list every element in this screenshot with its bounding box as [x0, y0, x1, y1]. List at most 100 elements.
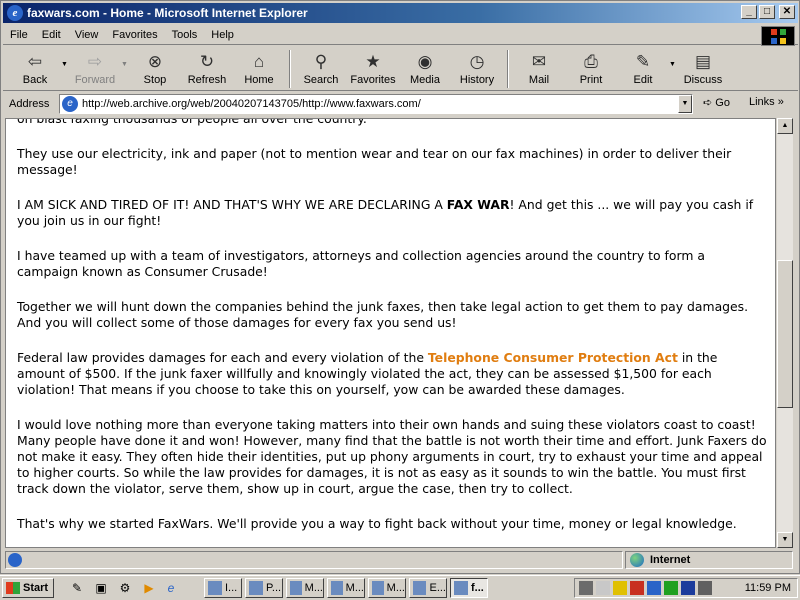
menu-view[interactable]: View: [68, 29, 106, 41]
refresh-label: Refresh: [187, 74, 227, 86]
back-button[interactable]: ⇦ Back: [9, 47, 61, 91]
task-label: M...: [386, 582, 405, 594]
print-label: Print: [579, 74, 603, 86]
browser-window: e faxwars.com - Home - Microsoft Interne…: [0, 0, 800, 574]
tray-icon[interactable]: [664, 581, 678, 595]
home-button[interactable]: ⌂ Home: [233, 47, 285, 91]
toolbar-separator: [507, 50, 509, 88]
zone-label: Internet: [650, 554, 691, 566]
menu-favorites[interactable]: Favorites: [105, 29, 164, 41]
tray-icon[interactable]: [596, 581, 610, 595]
tray-icon[interactable]: [613, 581, 627, 595]
stop-label: Stop: [143, 74, 167, 86]
history-label: History: [459, 74, 495, 86]
go-arrow-icon: ➪: [703, 97, 713, 109]
back-arrow-icon: ⇦: [27, 52, 43, 71]
tcpa-link[interactable]: Telephone Consumer Protection Act: [428, 350, 678, 365]
discuss-icon: ▤: [694, 52, 712, 71]
back-dropdown-icon[interactable]: ▼: [61, 47, 69, 68]
menu-edit[interactable]: Edit: [35, 29, 68, 41]
home-label: Home: [244, 74, 274, 86]
task-label: I...: [225, 582, 238, 594]
tray-icon[interactable]: [647, 581, 661, 595]
task-app-icon: [208, 581, 222, 595]
minimize-button[interactable]: _: [741, 5, 757, 19]
taskbar-item[interactable]: I...: [204, 578, 242, 598]
paragraph: I AM SICK AND TIRED OF IT! AND THAT'S WH…: [17, 197, 769, 229]
taskbar-item[interactable]: P...: [245, 578, 283, 598]
paragraph: Federal law provides damages for each an…: [17, 350, 769, 398]
paragraph: Together we will hunt down the companies…: [17, 299, 749, 330]
system-tray: 11:59 PM: [574, 578, 798, 598]
edit-dropdown-icon[interactable]: ▼: [669, 47, 677, 68]
media-icon: ◉: [417, 52, 433, 71]
quicklaunch-notepad-icon[interactable]: ✎: [68, 580, 86, 596]
tray-icon[interactable]: [681, 581, 695, 595]
scroll-up-icon[interactable]: ▲: [777, 118, 793, 134]
task-label: M...: [304, 582, 323, 594]
edit-button[interactable]: ✎ Edit: [617, 47, 669, 91]
quicklaunch-media-icon[interactable]: ▶: [140, 580, 158, 596]
task-label: P...: [266, 582, 282, 594]
forward-dropdown-icon[interactable]: ▼: [121, 47, 129, 68]
refresh-button[interactable]: ↻ Refresh: [181, 47, 233, 91]
toolbar-separator: [289, 50, 291, 88]
favorites-button[interactable]: ★ Favorites: [347, 47, 399, 91]
history-button[interactable]: ◷ History: [451, 47, 503, 91]
scroll-down-icon[interactable]: ▼: [777, 532, 793, 548]
forward-arrow-icon: ⇨: [87, 52, 103, 71]
task-app-icon: [454, 581, 468, 595]
search-label: Search: [303, 74, 339, 86]
quicklaunch-network-icon[interactable]: ⚙: [116, 580, 134, 596]
maximize-button[interactable]: □: [759, 5, 775, 19]
windows-flag-icon: [6, 582, 20, 594]
taskbar-item[interactable]: E...: [409, 578, 447, 598]
search-button[interactable]: ⚲ Search: [295, 47, 347, 91]
links-label: Links: [749, 96, 775, 108]
menu-file[interactable]: File: [3, 29, 35, 41]
window-title: faxwars.com - Home - Microsoft Internet …: [27, 6, 308, 20]
taskbar: Start ✎ ▣ ⚙ ▶ e I... P... M... M... M...…: [0, 575, 800, 600]
mail-icon: ✉: [531, 52, 547, 71]
taskbar-item[interactable]: M...: [368, 578, 406, 598]
address-url[interactable]: http://web.archive.org/web/2004020714370…: [82, 98, 421, 110]
tray-icon[interactable]: [579, 581, 593, 595]
taskbar-item-active[interactable]: f...: [450, 578, 488, 598]
task-app-icon: [249, 581, 263, 595]
task-label: M...: [345, 582, 364, 594]
mail-button[interactable]: ✉ Mail: [513, 47, 565, 91]
go-button[interactable]: ➪ Go: [703, 96, 730, 109]
forward-label: Forward: [74, 74, 116, 86]
task-app-icon: [290, 581, 302, 595]
vertical-scrollbar[interactable]: ▲ ▼: [777, 118, 793, 548]
quicklaunch-ie-icon[interactable]: e: [162, 580, 180, 596]
taskbar-item[interactable]: M...: [327, 578, 365, 598]
discuss-button[interactable]: ▤ Discuss: [677, 47, 729, 91]
scroll-thumb[interactable]: [777, 260, 793, 408]
links-button[interactable]: Links »: [749, 96, 784, 108]
media-label: Media: [410, 74, 440, 86]
menu-tools[interactable]: Tools: [165, 29, 205, 41]
paragraph: I have teamed up with a team of investig…: [17, 248, 705, 279]
title-bar[interactable]: e faxwars.com - Home - Microsoft Interne…: [3, 3, 798, 23]
status-text-panel: [5, 551, 623, 569]
address-input[interactable]: e http://web.archive.org/web/20040207143…: [59, 94, 693, 114]
tray-icon[interactable]: [698, 581, 712, 595]
quicklaunch-desktop-icon[interactable]: ▣: [92, 580, 110, 596]
menu-help[interactable]: Help: [204, 29, 241, 41]
tray-icon[interactable]: [630, 581, 644, 595]
print-button[interactable]: ⎙ Print: [565, 47, 617, 91]
close-button[interactable]: ✕: [779, 5, 795, 19]
windows-throbber-icon: [761, 26, 795, 46]
forward-button[interactable]: ⇨ Forward: [69, 47, 121, 91]
refresh-icon: ↻: [199, 52, 215, 71]
stop-button[interactable]: ⊗ Stop: [129, 47, 181, 91]
taskbar-item[interactable]: M...: [286, 578, 324, 598]
media-button[interactable]: ◉ Media: [399, 47, 451, 91]
clock[interactable]: 11:59 PM: [745, 582, 791, 594]
start-button[interactable]: Start: [2, 578, 54, 598]
task-label: E...: [429, 582, 446, 594]
history-icon: ◷: [469, 52, 485, 71]
home-icon: ⌂: [253, 52, 265, 71]
address-dropdown-icon[interactable]: ▼: [678, 95, 692, 113]
